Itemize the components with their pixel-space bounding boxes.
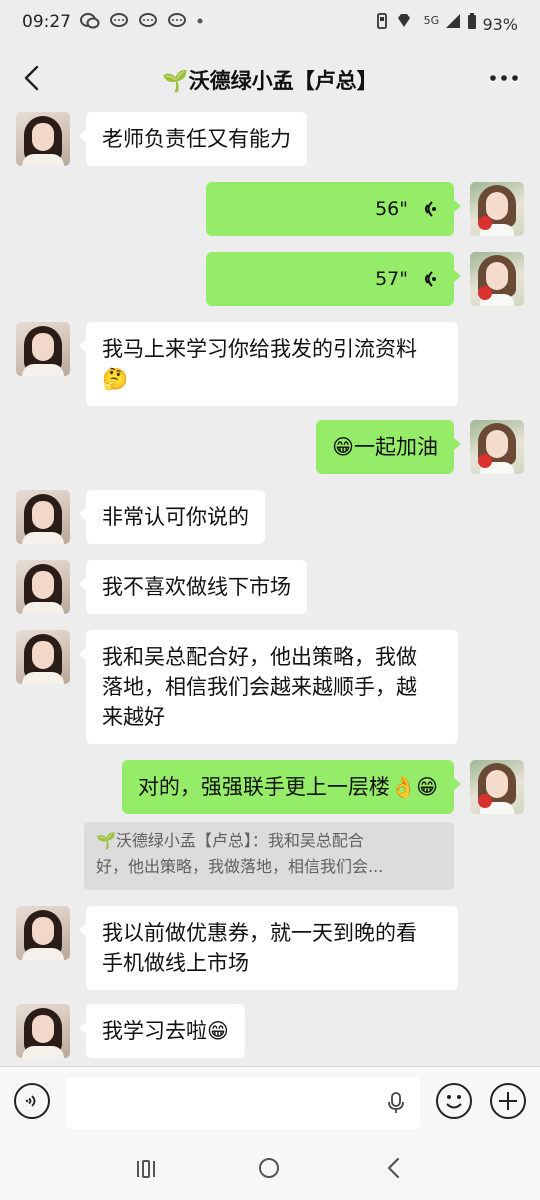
voice-message-bubble[interactable]: 57" xyxy=(206,252,461,306)
chat-icon xyxy=(110,13,129,27)
quote-text-line: 🌱沃德绿小孟【卢总】：我和吴总配合 xyxy=(96,831,364,850)
message-text: 老师负责任又有能力 xyxy=(102,127,291,151)
chat-title: 🌱沃德绿小孟【卢总】 xyxy=(162,69,378,93)
voice-message-bubble[interactable]: 56" xyxy=(206,182,461,236)
message-bubble-incoming[interactable]: 我学习去啦😁 xyxy=(79,1004,245,1058)
message-text: 非常认可你说的 xyxy=(102,505,249,529)
grin-emoji-icon: 😁 xyxy=(416,775,438,799)
message-bubble-outgoing[interactable]: 😁一起加油 xyxy=(316,420,461,474)
message-text: 一起加油 xyxy=(354,435,438,459)
chat-header: 🌱沃德绿小孟【卢总】 xyxy=(0,46,540,110)
battery-icon xyxy=(468,13,477,29)
message-bubble-incoming[interactable]: 老师负责任又有能力 xyxy=(79,112,307,166)
message-text-line: 我以前做优惠券，就一天到晚的看 xyxy=(102,921,417,945)
plus-icon xyxy=(499,1092,517,1110)
more-actions-button[interactable] xyxy=(490,1083,526,1119)
message-text: 我不喜欢做线下市场 xyxy=(102,575,291,599)
contact-avatar[interactable] xyxy=(16,560,70,614)
status-time: 09:27 xyxy=(22,12,71,32)
message-text: 我马上来学习你给我发的引流资料 xyxy=(102,337,417,361)
contact-avatar[interactable] xyxy=(16,630,70,684)
self-avatar[interactable] xyxy=(470,760,524,814)
ok-hand-emoji-icon: 👌 xyxy=(389,775,417,799)
quote-text-line: 好，他出策略，我做落地，相信我们会... xyxy=(96,857,384,876)
wechat-icon xyxy=(80,13,100,29)
message-bubble-incoming[interactable]: 我马上来学习你给我发的引流资料 🤔 xyxy=(79,322,458,406)
more-dots-icon xyxy=(490,75,518,81)
self-avatar[interactable] xyxy=(470,252,524,306)
self-avatar[interactable] xyxy=(470,182,524,236)
grin-emoji-icon: 😁 xyxy=(207,1019,229,1043)
contact-avatar[interactable] xyxy=(16,1004,70,1058)
message-list[interactable]: 老师负责任又有能力 56" 57" 我马上来学习你给我发的引流资料 🤔 😁一起加… xyxy=(0,110,540,1066)
message-text-line: 来越好 xyxy=(102,705,165,729)
thinking-emoji-icon: 🤔 xyxy=(102,367,129,391)
voice-wave-icon xyxy=(418,268,438,290)
recent-apps-icon[interactable] xyxy=(134,1158,158,1180)
vibrate-icon xyxy=(377,13,388,29)
system-back-icon[interactable] xyxy=(384,1156,404,1180)
voice-input-toggle-button[interactable] xyxy=(14,1083,50,1119)
message-text-line: 手机做线上市场 xyxy=(102,951,249,975)
notification-icons xyxy=(80,12,204,34)
status-right: 5G 93% xyxy=(375,12,518,34)
message-bubble-incoming[interactable]: 非常认可你说的 xyxy=(79,490,265,544)
network-label: 5G xyxy=(423,14,440,27)
voice-duration: 56" xyxy=(375,198,408,220)
message-text: 我学习去啦 xyxy=(102,1019,207,1043)
self-avatar[interactable] xyxy=(470,420,524,474)
voice-wave-icon xyxy=(418,198,438,220)
back-button[interactable] xyxy=(14,60,50,96)
quoted-message[interactable]: 🌱沃德绿小孟【卢总】：我和吴总配合 好，他出策略，我做落地，相信我们会... xyxy=(84,822,454,890)
message-bubble-incoming[interactable]: 我以前做优惠券，就一天到晚的看 手机做线上市场 xyxy=(79,906,458,990)
signal-icon xyxy=(446,14,461,28)
contact-avatar[interactable] xyxy=(16,490,70,544)
input-bar xyxy=(0,1066,540,1139)
contact-avatar[interactable] xyxy=(16,322,70,376)
smiley-icon xyxy=(446,1095,462,1109)
message-input[interactable] xyxy=(66,1077,420,1129)
microphone-icon[interactable] xyxy=(384,1091,408,1115)
home-button[interactable] xyxy=(259,1158,279,1178)
grin-emoji-icon: 😁 xyxy=(332,435,354,459)
emoji-button[interactable] xyxy=(436,1083,472,1119)
chevron-left-icon xyxy=(24,65,39,91)
message-bubble-outgoing[interactable]: 对的，强强联手更上一层楼👌😁 xyxy=(121,760,462,814)
message-bubble-incoming[interactable]: 我和吴总配合好，他出策略，我做 落地，相信我们会越来越顺手，越 来越好 xyxy=(79,630,458,744)
battery-level: 93% xyxy=(482,15,518,34)
dot-icon xyxy=(197,18,203,24)
status-bar: 09:27 5G 93% xyxy=(0,0,540,46)
message-bubble-incoming[interactable]: 我不喜欢做线下市场 xyxy=(79,560,307,614)
system-navigation-bar xyxy=(0,1138,540,1200)
message-text-line: 落地，相信我们会越来越顺手，越 xyxy=(102,675,417,699)
chat-icon xyxy=(139,13,158,27)
message-text: 对的，强强联手更上一层楼 xyxy=(137,775,390,799)
message-text-line: 我和吴总配合好，他出策略，我做 xyxy=(102,645,417,669)
voice-wave-icon xyxy=(25,1095,36,1107)
chat-icon xyxy=(168,13,187,27)
contact-avatar[interactable] xyxy=(16,112,70,166)
diamond-icon xyxy=(397,14,410,27)
contact-avatar[interactable] xyxy=(16,906,70,960)
more-options-button[interactable] xyxy=(486,60,522,96)
voice-duration: 57" xyxy=(375,268,408,290)
